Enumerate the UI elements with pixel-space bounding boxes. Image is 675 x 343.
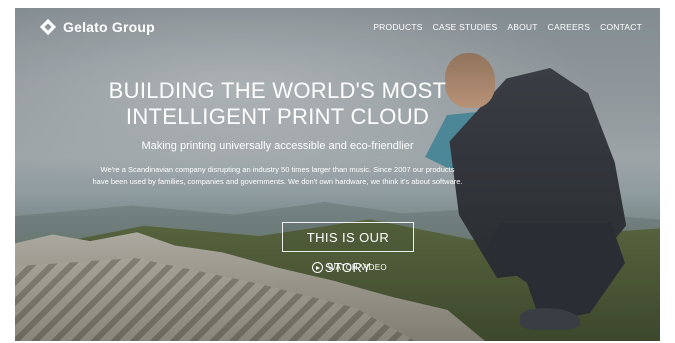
gelato-diamond-logo-icon [39,18,57,36]
description-line-2: have been used by families, companies an… [92,177,463,186]
our-story-button[interactable]: THIS IS OUR STORY [282,222,414,275]
headline-line-1: BUILDING THE WORLD'S MOST [108,78,447,103]
main-nav: PRODUCTS CASE STUDIES ABOUT CAREERS CONT… [373,22,642,32]
watch-video-label: WATCH VIDEO [328,263,387,272]
brand-logo[interactable]: Gelato Group [39,18,155,36]
hero-section: Gelato Group PRODUCTS CASE STUDIES ABOUT… [15,8,660,341]
headline-line-2: INTELLIGENT PRINT CLOUD [125,104,430,129]
nav-item-careers[interactable]: CAREERS [548,22,591,32]
watch-video-link[interactable]: WATCH VIDEO [312,262,387,273]
nav-item-case-studies[interactable]: CASE STUDIES [433,22,498,32]
hero-headline: BUILDING THE WORLD'S MOST INTELLIGENT PR… [90,78,465,130]
brand-name: Gelato Group [63,19,155,35]
hero-subtitle: Making printing universally accessible a… [141,140,414,152]
nav-item-about[interactable]: ABOUT [507,22,537,32]
description-line-1: We're a Scandinavian company disrupting … [100,165,455,174]
hero-content: BUILDING THE WORLD'S MOST INTELLIGENT PR… [90,78,465,188]
nav-item-products[interactable]: PRODUCTS [373,22,422,32]
play-circle-icon [312,262,323,273]
hero-description: We're a Scandinavian company disrupting … [90,164,465,188]
nav-item-contact[interactable]: CONTACT [600,22,642,32]
